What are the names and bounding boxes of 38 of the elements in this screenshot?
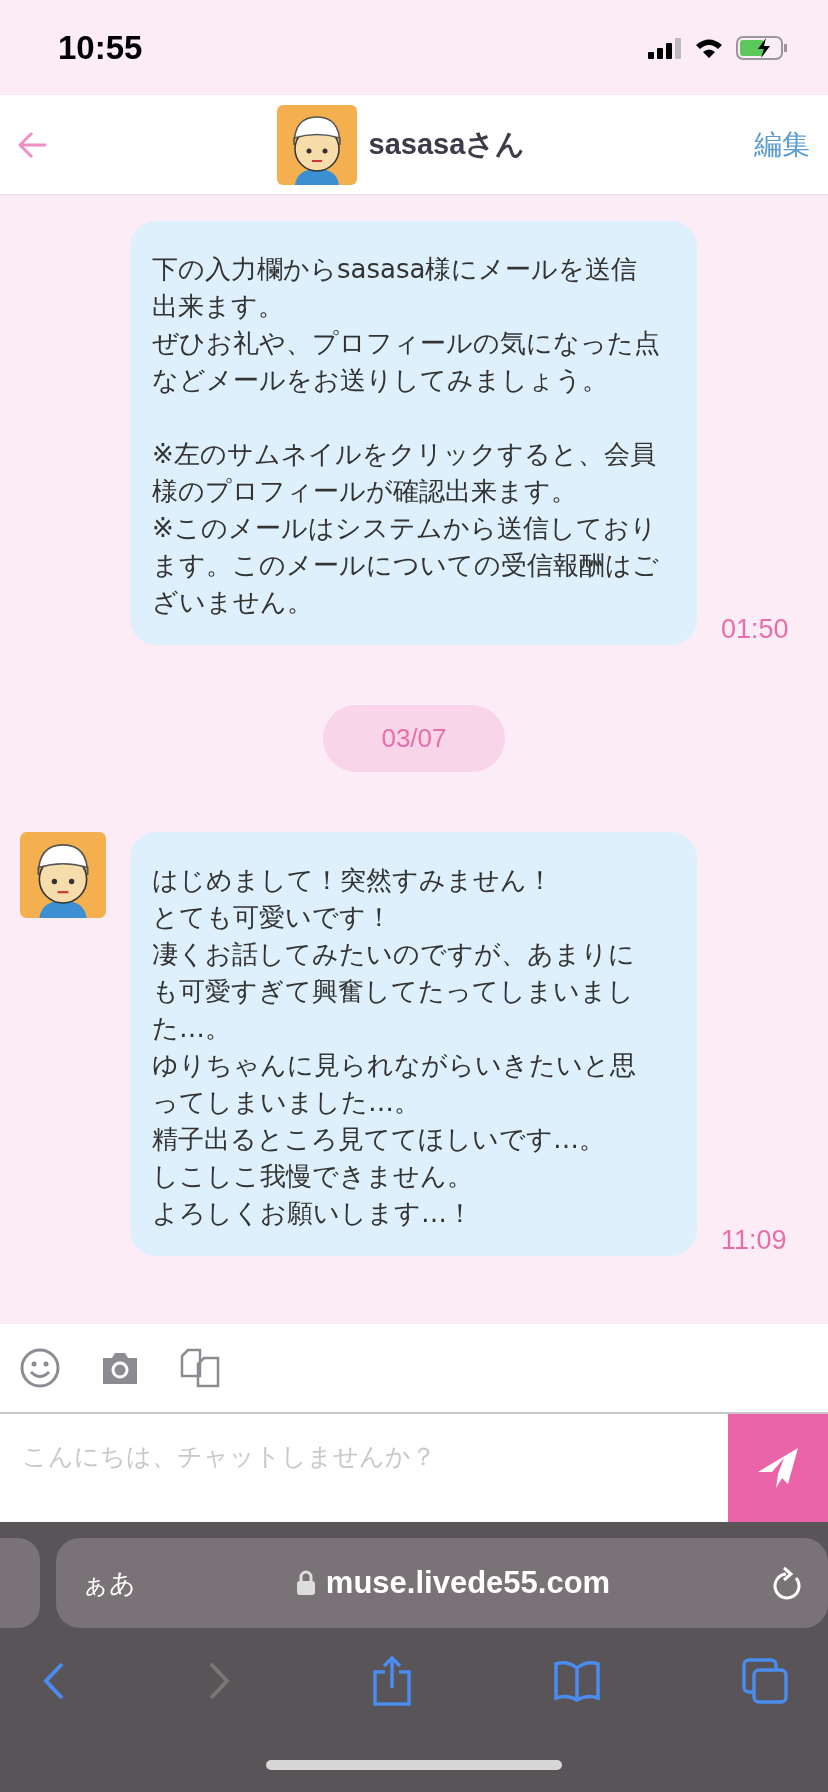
message-line: 下の入力欄からsasasa様にメールを送信出来ます。 <box>152 253 639 323</box>
message-time: 01:50 <box>721 614 789 645</box>
documents-icon[interactable] <box>180 1348 220 1388</box>
message-line: しこしこ我慢できません。 <box>152 1160 474 1193</box>
lock-icon <box>295 1570 316 1596</box>
message-line: ※左のサムネイルをクリックすると、会員様のプロフィールが確認出来ます。 <box>152 438 657 508</box>
edit-link[interactable]: 編集 <box>754 125 810 164</box>
reload-icon[interactable] <box>770 1566 802 1600</box>
message-line: とても可愛いです！ <box>152 901 393 934</box>
back-arrow-icon[interactable] <box>18 130 48 159</box>
signal-icon <box>648 36 682 59</box>
send-button[interactable] <box>728 1414 828 1522</box>
paper-plane-icon <box>756 1446 800 1490</box>
share-icon[interactable] <box>372 1656 412 1706</box>
battery-icon <box>736 35 788 60</box>
message-line: はじめまして！突然すみません！ <box>152 864 554 897</box>
message-line: ゆりちゃんに見られながらいきたいと思ってしまいました…。 <box>152 1049 637 1119</box>
avatar-drawing[interactable] <box>20 832 106 918</box>
message-line: ぜひお礼や、プロフィールの気になった点などメールをお送りしてみましょう。 <box>152 327 661 397</box>
date-separator: 03/07 <box>323 705 505 772</box>
avatar-drawing[interactable] <box>276 104 357 185</box>
tab-preview[interactable] <box>0 1538 40 1628</box>
chat-title: sasasaさん <box>368 126 526 162</box>
status-time: 10:55 <box>58 28 143 67</box>
message-line: ※このメールはシステムから送信しております。このメールについての受信報酬はございません。 <box>152 512 660 619</box>
book-icon[interactable] <box>553 1660 601 1702</box>
message-line: 凄くお話してみたいのですが、あまりにも可愛すぎて興奮してたってしまいました…。 <box>152 938 636 1045</box>
smiley-icon[interactable] <box>20 1348 60 1388</box>
back-icon[interactable] <box>42 1661 66 1701</box>
camera-icon[interactable] <box>100 1350 140 1386</box>
text-size-button[interactable]: ぁあ <box>82 1565 136 1601</box>
message-time: 11:09 <box>721 1225 787 1256</box>
forward-icon[interactable] <box>207 1661 231 1701</box>
address-bar[interactable]: ぁあ muse.livede55.com <box>56 1538 828 1628</box>
tabs-icon[interactable] <box>742 1658 788 1704</box>
message-line: よろしくお願いします…！ <box>152 1197 474 1230</box>
url-text: muse.livede55.com <box>325 1565 611 1601</box>
message-line: 精子出るところ見ててほしいです…。 <box>152 1123 606 1156</box>
